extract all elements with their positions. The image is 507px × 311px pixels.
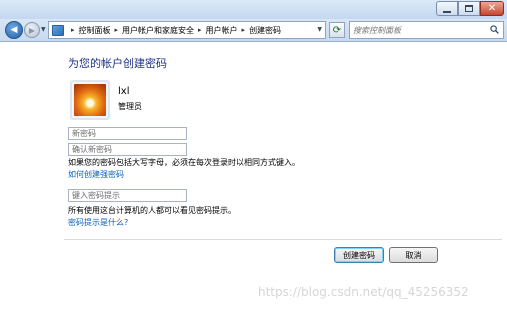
close-icon: ✕ <box>487 2 497 14</box>
breadcrumb-separator-icon[interactable]: ▸ <box>198 26 202 34</box>
avatar <box>70 80 110 120</box>
divider <box>64 239 502 240</box>
breadcrumb-separator-icon[interactable]: ▸ <box>71 26 75 34</box>
close-button[interactable]: ✕ <box>480 1 504 16</box>
password-hint-help-link[interactable]: 密码提示是什么? <box>68 217 128 228</box>
page-title: 为您的帐户创建密码 <box>68 57 167 70</box>
hint-visibility-note: 所有使用这台计算机的人都可以看见密码提示。 <box>68 206 236 215</box>
refresh-button[interactable]: ⟳ <box>329 22 345 38</box>
address-dropdown-icon[interactable]: ▼ <box>317 26 322 33</box>
flower-avatar-icon <box>74 84 106 116</box>
breadcrumb-item-create-password[interactable]: 创建密码 <box>249 25 281 36</box>
minimize-icon <box>443 10 451 13</box>
password-hint-field[interactable] <box>68 189 187 202</box>
refresh-icon: ⟳ <box>332 24 342 36</box>
caps-lock-note: 如果您的密码包括大写字母，必须在每次登录时以相同方式键入。 <box>68 158 300 167</box>
search-icon[interactable] <box>490 25 499 34</box>
forward-button[interactable]: ▶ <box>24 22 40 38</box>
confirm-password-field[interactable] <box>68 143 187 156</box>
back-button[interactable]: ◀ <box>5 21 23 39</box>
maximize-icon <box>465 5 473 12</box>
minimize-button[interactable] <box>436 1 458 16</box>
cancel-button[interactable]: 取消 <box>389 247 438 263</box>
account-username: lxl <box>118 86 130 97</box>
watermark: https://blog.csdn.net/qq_45256352 <box>258 285 469 299</box>
new-password-field[interactable] <box>68 127 187 140</box>
forward-arrow-icon: ▶ <box>28 25 36 35</box>
breadcrumb-separator-icon[interactable]: ▸ <box>115 26 119 34</box>
maximize-button[interactable] <box>458 1 480 16</box>
title-bar: ✕ <box>0 0 507 19</box>
navigation-bar: ◀ ▶ ▼ ▸ 控制面板 ▸ 用户帐户和家庭安全 ▸ 用户帐户 ▸ 创建密码 ▼… <box>0 19 507 41</box>
breadcrumb-item-control-panel[interactable]: 控制面板 <box>79 25 111 36</box>
breadcrumb-separator-icon[interactable]: ▸ <box>242 26 246 34</box>
address-bar[interactable]: ▸ 控制面板 ▸ 用户帐户和家庭安全 ▸ 用户帐户 ▸ 创建密码 ▼ <box>48 21 326 39</box>
recent-pages-dropdown-icon[interactable]: ▼ <box>41 26 46 33</box>
search-input[interactable] <box>353 24 483 37</box>
breadcrumb-item-user-accounts-family-safety[interactable]: 用户帐户和家庭安全 <box>122 25 194 36</box>
content-pane: 为您的帐户创建密码 lxl 管理员 如果您的密码包括大写字母，必须在每次登录时以… <box>0 41 507 311</box>
strong-password-link[interactable]: 如何创建强密码 <box>68 169 124 180</box>
search-box[interactable] <box>349 21 504 39</box>
back-arrow-icon: ◀ <box>10 25 18 35</box>
breadcrumb-item-user-accounts[interactable]: 用户帐户 <box>206 25 238 36</box>
account-role: 管理员 <box>118 102 142 111</box>
create-password-button[interactable]: 创建密码 <box>334 247 384 263</box>
control-panel-icon <box>52 24 64 36</box>
